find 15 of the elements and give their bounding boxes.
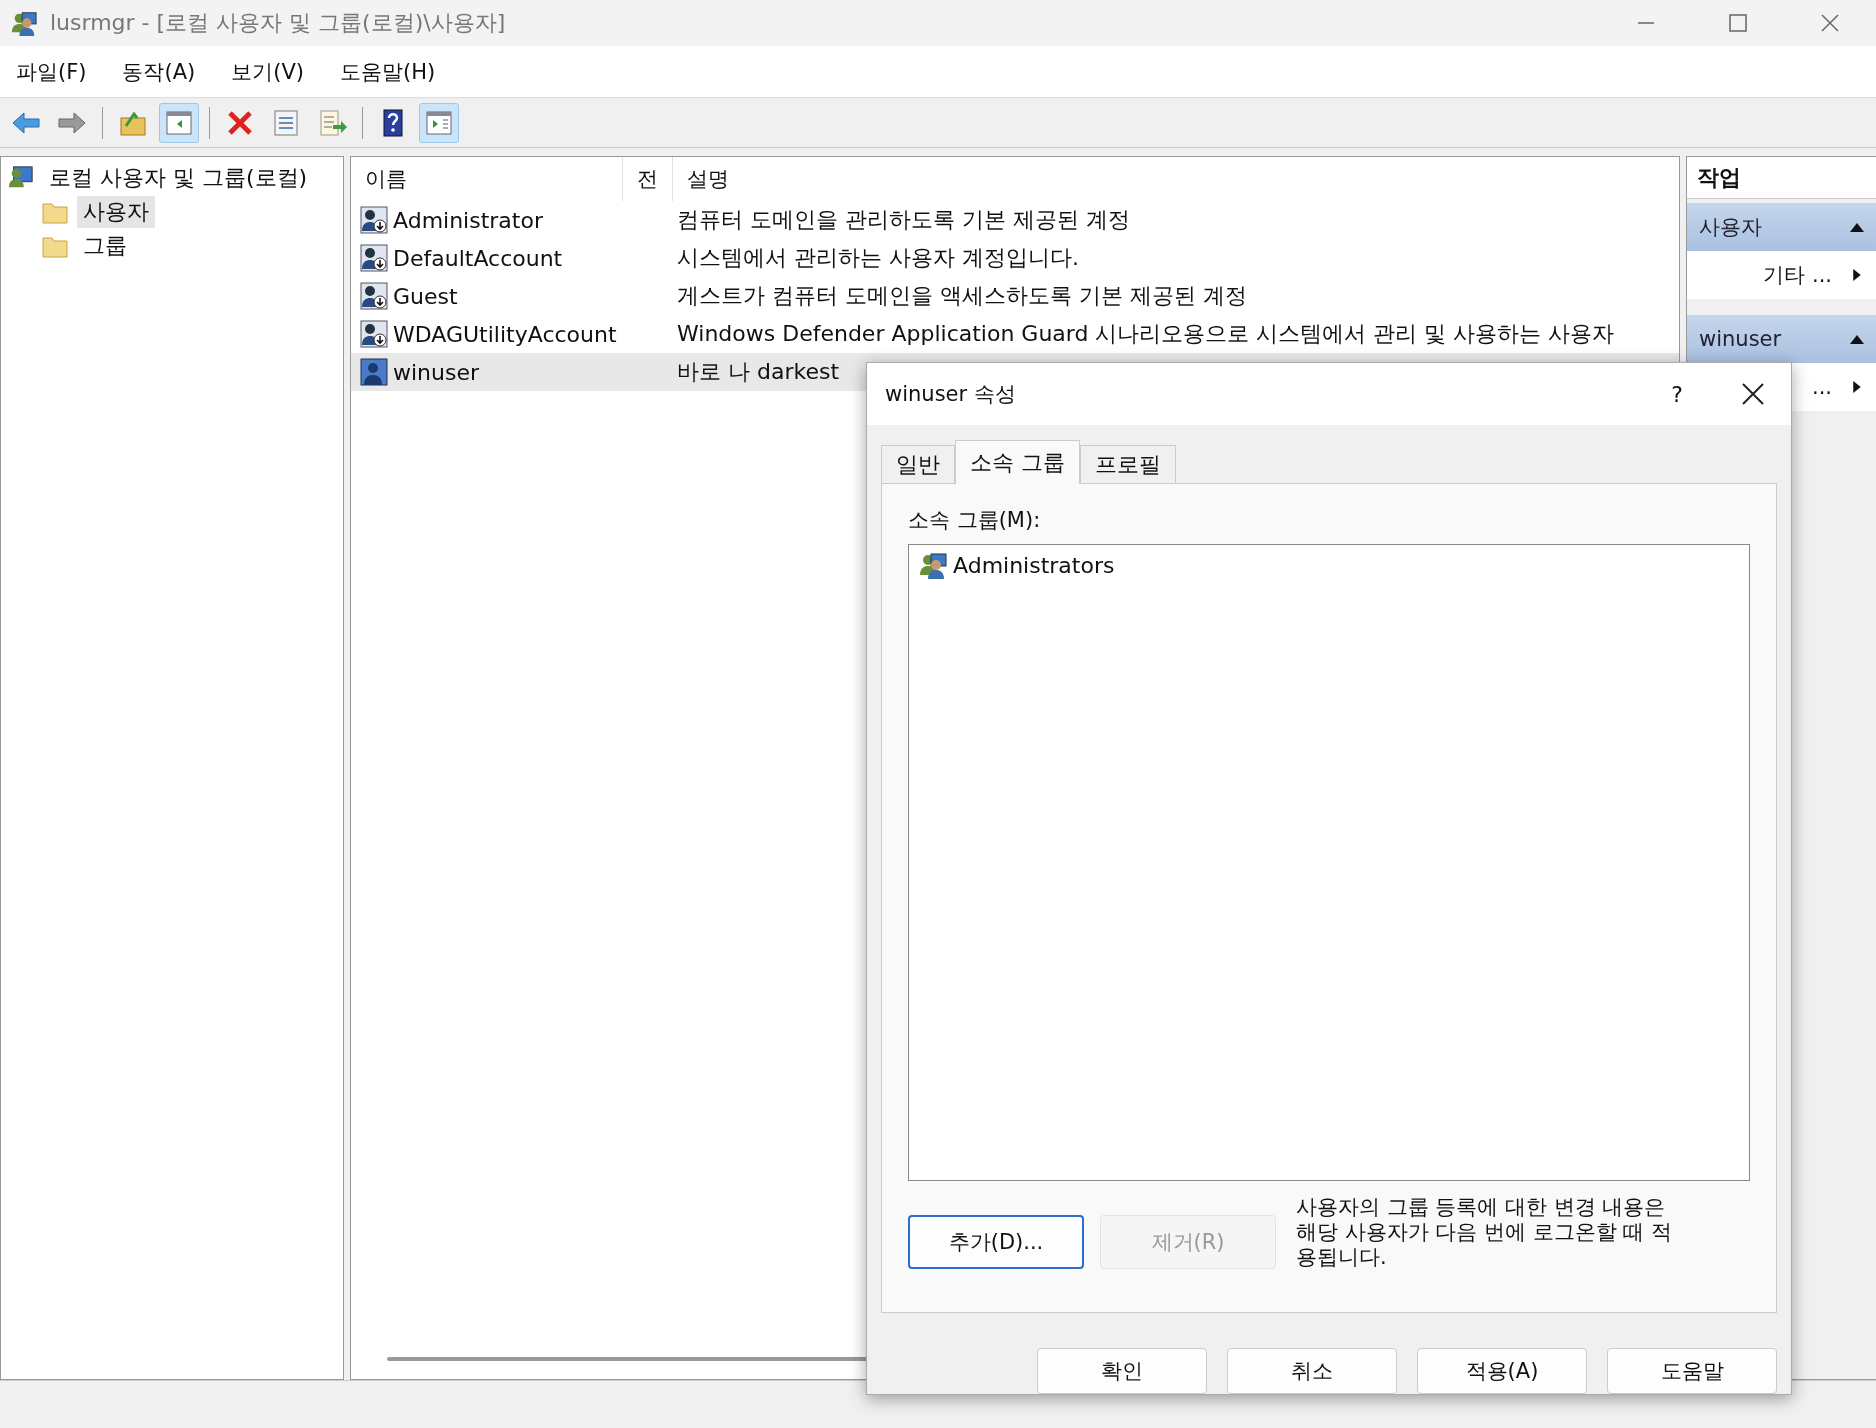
dialog-title: winuser 속성	[885, 381, 1017, 408]
user-description: 바로 나 darkest	[676, 358, 840, 386]
actions-header: 작업	[1687, 157, 1876, 199]
user-description: Windows Defender Application Guard 시나리오용으로 시스템에서 관리 및 사용하는 사용자	[676, 320, 1615, 348]
user-name: Administrator	[393, 207, 543, 233]
list-label: 소속 그룹(M):	[908, 507, 1042, 534]
user-name: DefaultAccount	[393, 245, 563, 271]
info-text: 사용자의 그룹 등록에 대한 변경 내용은 해당 사용자가 다음 번에 로그온할 때 적용됩니다.	[1296, 1195, 1674, 1271]
user-name: Guest	[393, 283, 458, 309]
user-name: winuser	[393, 359, 480, 385]
window-title: lusrmgr - [로컬 사용자 및 그룹(로컬)\사용자]	[50, 9, 507, 37]
user-name: WDAGUtilityAccount	[393, 321, 617, 347]
user-description: 시스템에서 관리하는 사용자 계정입니다.	[676, 244, 1079, 272]
user-description: 컴퓨터 도메인을 관리하도록 기본 제공된 계정	[676, 206, 1130, 234]
user-description: 게스트가 컴퓨터 도메인을 액세스하도록 기본 제공된 계정	[676, 282, 1247, 310]
